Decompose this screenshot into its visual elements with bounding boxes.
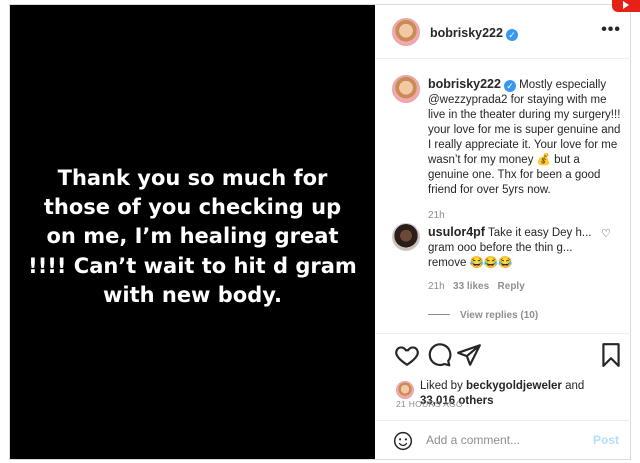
add-comment-bar: Add a comment... Post [376, 420, 631, 460]
post-comment-button[interactable]: Post [593, 433, 619, 447]
caption: bobrisky222 ✓ Mostly especially @wezzypra… [428, 77, 623, 223]
caption-avatar[interactable] [392, 75, 420, 103]
comment-meta: 21h 33 likes Reply [428, 279, 608, 294]
comment: usulor4pf Take it easy Dey h... gram ooo… [428, 225, 608, 323]
liked-by-avatar[interactable] [396, 381, 414, 399]
post-image[interactable]: Thank you so much for those of you check… [10, 5, 375, 459]
add-comment-input[interactable]: Add a comment... [426, 433, 520, 447]
author-username[interactable]: bobrisky222 [430, 26, 503, 40]
comment-like-heart-icon[interactable]: ♡ [601, 227, 611, 240]
view-replies[interactable]: View replies (10) [428, 308, 608, 323]
post-side-panel: bobrisky222 ✓ ••• bobrisky222 ✓ Mostly esp… [376, 5, 631, 459]
liked-by-and: and [561, 380, 585, 392]
liked-by-line: Liked by beckygoldjeweler and [420, 379, 584, 394]
commenter-avatar[interactable] [392, 223, 420, 251]
verified-icon: ✓ [503, 80, 516, 92]
emoji-smiley-icon[interactable] [393, 431, 413, 451]
more-options-icon[interactable]: ••• [601, 21, 621, 39]
liked-by-prefix: Liked by [420, 380, 467, 392]
share-paper-plane-icon[interactable] [456, 342, 482, 368]
verified-icon: ✓ [505, 29, 518, 41]
comment-username[interactable]: usulor4pf [428, 225, 485, 239]
save-bookmark-icon[interactable] [598, 342, 624, 368]
instagram-post: Thank you so much for those of you check… [9, 4, 631, 460]
caption-username[interactable]: bobrisky222 [428, 77, 501, 91]
post-header: bobrisky222 ✓ ••• [376, 5, 631, 59]
replies-line [428, 314, 450, 315]
play-icon [612, 0, 640, 12]
comment-bubble-icon[interactable] [426, 342, 452, 368]
post-image-text: Thank you so much for those of you check… [28, 165, 357, 308]
like-heart-icon[interactable] [394, 342, 420, 368]
author-name-row: bobrisky222 ✓ [430, 24, 518, 42]
caption-time[interactable]: 21h [428, 208, 623, 223]
caption-text: Mostly especially @wezzyprada2 for stayi… [428, 79, 621, 196]
comment-time[interactable]: 21h [428, 281, 445, 292]
author-avatar[interactable] [392, 18, 420, 46]
post-timestamp[interactable]: 21 HOURS AGO [396, 399, 463, 409]
reply-button[interactable]: Reply [498, 281, 525, 292]
liked-by-user[interactable]: beckygoldjeweler [466, 380, 562, 392]
view-replies-label: View replies (10) [460, 310, 539, 321]
comment-likes[interactable]: 33 likes [453, 281, 489, 292]
